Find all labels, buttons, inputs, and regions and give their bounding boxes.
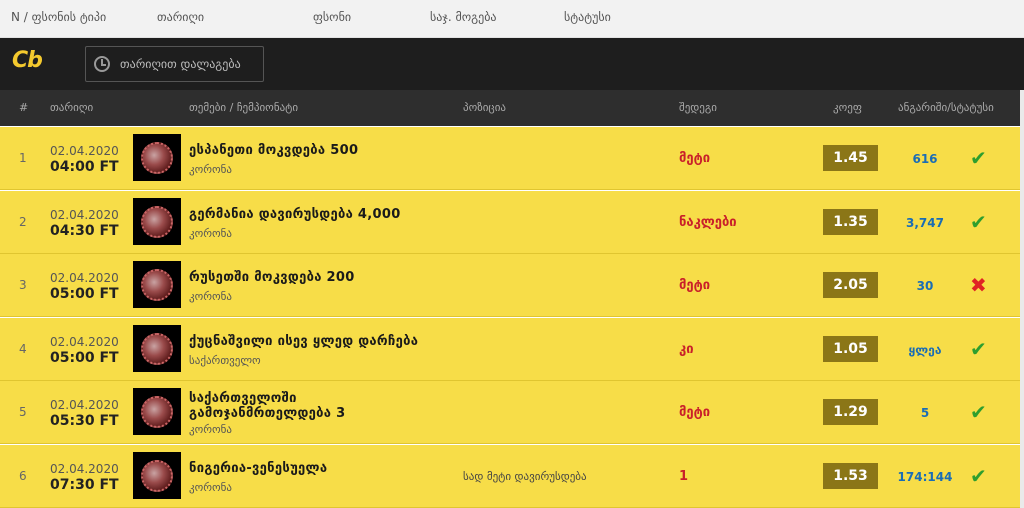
- row-number: 2: [19, 214, 27, 229]
- row-bet: ნაკლები: [679, 214, 737, 230]
- checkmark-icon: ✔: [970, 400, 987, 424]
- toolbar: Cb თარიღით დალაგება: [0, 38, 1024, 90]
- table-row[interactable]: 4 02.04.2020 05:00 FT ქუცნაშვილი ისევ ყლედ …: [0, 317, 1024, 381]
- scrollbar[interactable]: [1020, 90, 1024, 508]
- row-result: 616: [912, 152, 938, 166]
- th-position: პოზიცია: [463, 101, 506, 114]
- virus-thumbnail: [133, 388, 181, 435]
- row-number: 1: [19, 151, 27, 165]
- virus-thumbnail: [133, 451, 181, 499]
- row-title: ესპანეთი მოკვდება 500: [189, 143, 359, 158]
- row-bet: მეტი: [679, 405, 711, 420]
- checkmark-icon: ✔: [970, 336, 987, 361]
- col-header-bet[interactable]: ფსონი: [313, 10, 351, 24]
- th-result: ანგარიში/სტატუსი: [898, 101, 994, 114]
- odd-badge[interactable]: 2.05: [823, 272, 878, 298]
- date-sort-label: თარიღით დალაგება: [120, 57, 241, 71]
- column-header-bar: N / ფსონის ტიპი თარიღი ფსონი საჯ. მოგება…: [0, 0, 1024, 38]
- col-header-type[interactable]: N / ფსონის ტიპი: [11, 10, 106, 24]
- checkmark-icon: ✔: [970, 146, 987, 170]
- row-time: 05:00 FT: [50, 286, 119, 302]
- virus-thumbnail: [133, 197, 181, 245]
- row-subtitle: კორონა: [189, 423, 232, 436]
- row-title: გერმანია დავირუსდება 4,000: [189, 206, 401, 222]
- th-num: #: [19, 101, 29, 114]
- table-row[interactable]: 1 02.04.2020 04:00 FT ესპანეთი მოკვდება 500…: [0, 127, 1024, 190]
- row-result: 30: [916, 279, 934, 293]
- virus-image: [141, 269, 173, 301]
- odd-badge[interactable]: 1.53: [823, 462, 878, 489]
- row-bet: მეტი: [679, 278, 711, 293]
- row-subtitle: კორონა: [189, 163, 232, 176]
- row-date: 02.04.2020: [50, 271, 119, 285]
- row-result: 5: [920, 406, 930, 420]
- date-sort-button[interactable]: თარიღით დალაგება: [85, 46, 264, 82]
- table-row[interactable]: 3 02.04.2020 05:00 FT რუსეთში მოკვდება 200 კ…: [0, 254, 1024, 317]
- row-time: 04:00 FT: [50, 159, 119, 175]
- virus-thumbnail: [133, 261, 181, 308]
- table-row[interactable]: 6 02.04.2020 07:30 FT ნიგერია-ვენესუელა კორო…: [0, 444, 1024, 508]
- row-number: 6: [19, 468, 27, 483]
- virus-thumbnail: [133, 324, 181, 372]
- row-bet: კი: [679, 341, 694, 357]
- row-time: 05:30 FT: [50, 413, 119, 429]
- row-result: ყლეა: [908, 342, 942, 357]
- row-number: 3: [19, 278, 27, 292]
- row-subtitle: კორონა: [189, 226, 232, 240]
- checkmark-icon: ✔: [970, 209, 987, 234]
- row-title: ქუცნაშვილი ისევ ყლედ დარჩება: [189, 333, 419, 349]
- row-date: 02.04.2020: [50, 144, 119, 158]
- row-bet: 1: [679, 468, 689, 484]
- table-row[interactable]: 5 02.04.2020 05:30 FT საქართველოში გამოჯანმრ…: [0, 381, 1024, 444]
- row-position: სად მეტი დავირუსდება: [463, 469, 587, 483]
- col-header-date[interactable]: თარიღი: [157, 10, 204, 24]
- row-date: 02.04.2020: [50, 461, 119, 476]
- virus-image: [141, 142, 173, 174]
- virus-image: [141, 459, 173, 492]
- row-title: საქართველოში: [189, 391, 297, 406]
- row-time: 04:30 FT: [50, 222, 119, 239]
- odd-badge[interactable]: 1.29: [823, 399, 878, 425]
- row-time: 05:00 FT: [50, 349, 119, 366]
- row-date: 02.04.2020: [50, 398, 119, 412]
- checkmark-icon: ✔: [970, 463, 987, 488]
- th-bet: შედეგი: [679, 101, 717, 114]
- row-title: რუსეთში მოკვდება 200: [189, 270, 355, 285]
- virus-image: [141, 205, 173, 238]
- th-date: თარიღი: [50, 101, 94, 114]
- row-bet: მეტი: [679, 151, 711, 166]
- virus-image: [141, 396, 173, 428]
- row-number: 4: [19, 341, 27, 356]
- brand-logo[interactable]: Cb: [12, 48, 43, 73]
- row-title: ნიგერია-ვენესუელა: [189, 460, 328, 476]
- virus-thumbnail: [133, 134, 181, 181]
- row-result: 174:144: [897, 469, 953, 484]
- odd-badge[interactable]: 1.35: [823, 208, 878, 235]
- table-header: # თარიღი თემები / ჩემპიონატი პოზიცია შედ…: [0, 90, 1024, 126]
- th-event: თემები / ჩემპიონატი: [189, 101, 299, 114]
- row-date: 02.04.2020: [50, 334, 119, 349]
- row-title-line2: გამოჯანმრთელდება 3: [189, 406, 346, 421]
- col-header-win[interactable]: საჯ. მოგება: [430, 10, 497, 24]
- row-result: 3,747: [906, 215, 944, 230]
- col-header-status[interactable]: სტატუსი: [564, 10, 611, 24]
- odd-badge[interactable]: 1.05: [823, 335, 878, 362]
- row-time: 07:30 FT: [50, 476, 119, 493]
- cross-icon: ✖: [970, 273, 987, 297]
- row-subtitle: კორონა: [189, 290, 232, 303]
- row-subtitle: საქართველო: [189, 353, 261, 367]
- th-odd: კოეფ: [833, 101, 862, 114]
- table-row[interactable]: 2 02.04.2020 04:30 FT გერმანია დავირუსდება …: [0, 190, 1024, 254]
- row-date: 02.04.2020: [50, 207, 119, 222]
- row-subtitle: კორონა: [189, 480, 232, 494]
- virus-image: [141, 332, 173, 365]
- clock-icon: [94, 56, 110, 72]
- odd-badge[interactable]: 1.45: [823, 145, 878, 171]
- row-number: 5: [19, 405, 27, 419]
